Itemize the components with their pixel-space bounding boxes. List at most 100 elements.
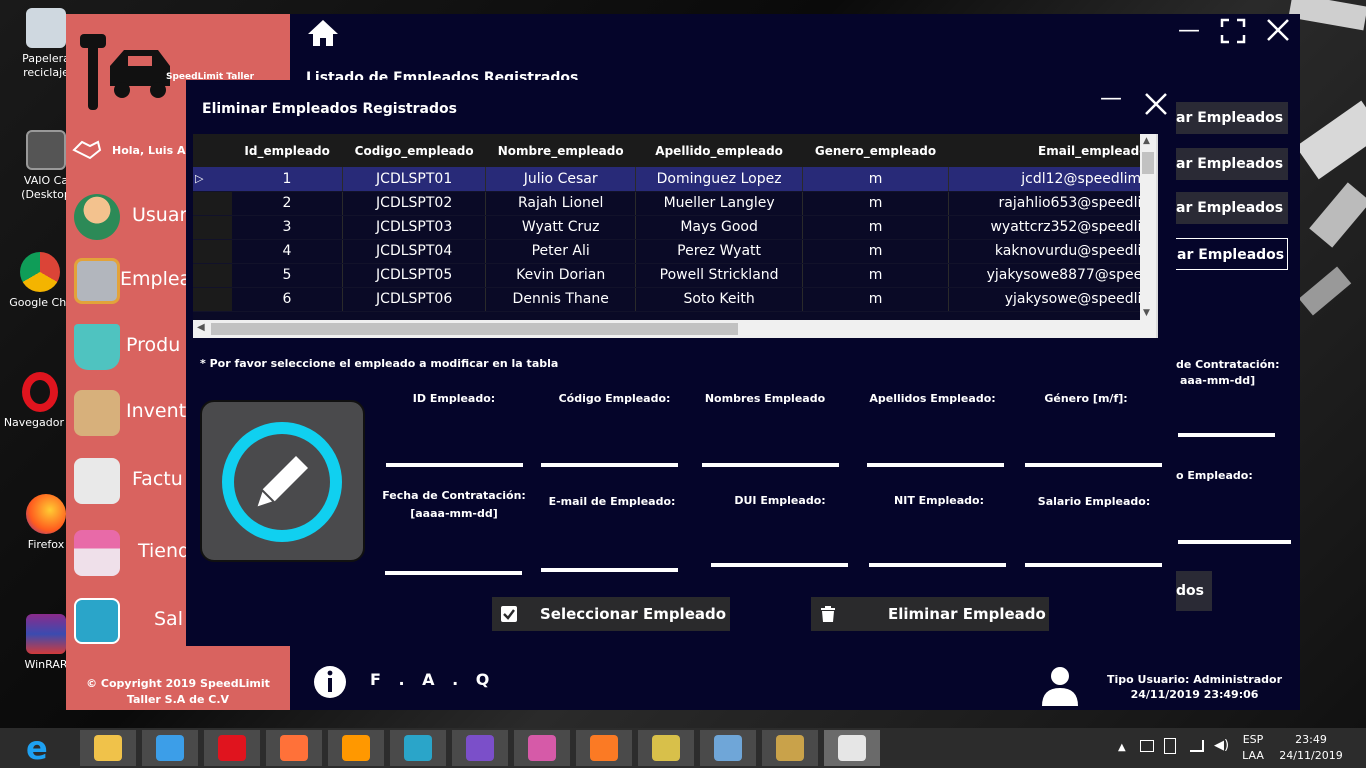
table-cell[interactable]: wyattcrz352@speedlim	[948, 215, 1156, 240]
table-cell[interactable]: 6	[231, 287, 344, 312]
battery-icon[interactable]	[1164, 738, 1176, 754]
table-cell[interactable]: Perez Wyatt	[635, 239, 804, 264]
apellidos-field[interactable]	[867, 463, 1004, 467]
table-cell[interactable]: Dominguez Lopez	[635, 167, 804, 192]
taskbar-app[interactable]	[452, 730, 508, 766]
table-row[interactable]: 3 JCDLSPT03 Wyatt Cruz Mays Good m wyattcrz35…	[193, 215, 1156, 240]
table-cell[interactable]: Kevin Dorian	[485, 263, 637, 288]
table-cell[interactable]: Powell Strickland	[635, 263, 804, 288]
language-indicator[interactable]: ESP LAA	[1240, 732, 1266, 764]
column-header[interactable]: Apellido_empleado	[635, 134, 803, 167]
table-cell[interactable]: Dennis Thane	[485, 287, 637, 312]
row-selector-icon[interactable]: ▷	[193, 167, 232, 192]
table-cell[interactable]: 3	[231, 215, 344, 240]
vertical-scrollbar[interactable]: ▲ ▼	[1140, 134, 1156, 320]
scrollbar-thumb[interactable]	[1142, 152, 1154, 174]
table-cell[interactable]: Peter Ali	[485, 239, 637, 264]
taskbar-app[interactable]	[80, 730, 136, 766]
table-cell[interactable]: Wyatt Cruz	[485, 215, 637, 240]
faq-link[interactable]: F . A . Q	[370, 670, 495, 689]
id-field[interactable]	[386, 463, 523, 467]
table-cell[interactable]: m	[802, 191, 949, 216]
row-header[interactable]	[193, 239, 232, 264]
employees-grid[interactable]: Id_empleado Codigo_empleado Nombre_emple…	[193, 134, 1156, 312]
table-cell[interactable]: jcdl12@speedlimit.	[948, 167, 1156, 192]
row-header[interactable]	[193, 287, 232, 312]
table-cell[interactable]: JCDLSPT02	[342, 191, 487, 216]
maximize-icon[interactable]	[1220, 18, 1246, 44]
salario-field[interactable]	[1025, 563, 1162, 567]
table-cell[interactable]: JCDLSPT04	[342, 239, 487, 264]
table-cell[interactable]: Mays Good	[635, 215, 804, 240]
column-header[interactable]: Genero_empleado	[802, 134, 949, 167]
taskbar-app[interactable]	[824, 730, 880, 766]
table-cell[interactable]: JCDLSPT03	[342, 215, 487, 240]
close-icon[interactable]	[1266, 18, 1290, 42]
scroll-up-icon[interactable]: ▲	[1143, 136, 1150, 146]
dialog-close-icon[interactable]	[1144, 92, 1168, 116]
email-field[interactable]	[541, 568, 678, 572]
row-header[interactable]	[193, 215, 232, 240]
genero-field[interactable]	[1025, 463, 1162, 467]
table-cell[interactable]: Soto Keith	[635, 287, 804, 312]
table-cell[interactable]: JCDLSPT01	[342, 167, 487, 192]
delete-employee-button[interactable]: Eliminar Empleado	[811, 597, 1049, 631]
taskbar-app[interactable]	[638, 730, 694, 766]
codigo-field[interactable]	[541, 463, 678, 467]
table-cell[interactable]: kaknovurdu@speedlim	[948, 239, 1156, 264]
scrollbar-thumb[interactable]	[211, 323, 738, 335]
table-cell[interactable]: 4	[231, 239, 344, 264]
volume-icon[interactable]: ◀)	[1214, 738, 1229, 754]
taskbar-app[interactable]	[390, 730, 446, 766]
taskbar-app[interactable]	[328, 730, 384, 766]
nombres-field[interactable]	[702, 463, 839, 467]
side-button[interactable]: ar Empleados	[1170, 102, 1288, 134]
table-cell[interactable]: m	[802, 239, 949, 264]
info-icon[interactable]	[312, 664, 348, 700]
minimize-icon[interactable]: —	[1178, 18, 1200, 43]
taskbar-app[interactable]	[142, 730, 198, 766]
row-header[interactable]	[193, 263, 232, 288]
scroll-down-icon[interactable]: ▼	[1143, 308, 1150, 318]
row-header[interactable]	[193, 191, 232, 216]
network-icon[interactable]	[1140, 740, 1154, 752]
taskbar-app[interactable]	[576, 730, 632, 766]
wifi-icon[interactable]	[1190, 740, 1204, 752]
table-cell[interactable]: Mueller Langley	[635, 191, 804, 216]
table-cell[interactable]: JCDLSPT05	[342, 263, 487, 288]
taskbar-app[interactable]	[514, 730, 570, 766]
table-cell[interactable]: m	[802, 167, 949, 192]
employees-table[interactable]: Id_empleado Codigo_empleado Nombre_emple…	[193, 134, 1158, 338]
bg-button[interactable]: dos	[1170, 571, 1212, 611]
column-header[interactable]: Nombre_empleado	[485, 134, 636, 167]
table-cell[interactable]: yjakysowe@speedlim	[948, 287, 1156, 312]
column-header[interactable]: Codigo_empleado	[342, 134, 486, 167]
table-row[interactable]: ▷ 1 JCDLSPT01 Julio Cesar Dominguez Lopez m jc…	[193, 167, 1156, 192]
nit-field[interactable]	[869, 563, 1006, 567]
table-cell[interactable]: rajahlio653@speedlim	[948, 191, 1156, 216]
table-row[interactable]: 6 JCDLSPT06 Dennis Thane Soto Keith m yjakyso…	[193, 287, 1156, 312]
side-button[interactable]: ar Empleados	[1170, 148, 1288, 180]
side-button-active[interactable]: ar Empleados	[1170, 238, 1288, 270]
home-icon[interactable]	[306, 18, 340, 48]
table-cell[interactable]: m	[802, 287, 949, 312]
taskbar-app[interactable]	[700, 730, 756, 766]
table-cell[interactable]: yjakysowe8877@speedl	[948, 263, 1156, 288]
dui-field[interactable]	[711, 563, 848, 567]
scroll-left-icon[interactable]: ◀	[197, 322, 205, 333]
column-header[interactable]: Email_empleado	[948, 134, 1156, 167]
table-cell[interactable]: 2	[231, 191, 344, 216]
taskbar-app[interactable]	[762, 730, 818, 766]
table-cell[interactable]: Rajah Lionel	[485, 191, 637, 216]
taskbar-app[interactable]	[204, 730, 260, 766]
table-row[interactable]: 4 JCDLSPT04 Peter Ali Perez Wyatt m kaknovurd…	[193, 239, 1156, 264]
table-cell[interactable]: m	[802, 263, 949, 288]
tray-expand-icon[interactable]: ▲	[1118, 740, 1126, 756]
table-cell[interactable]: Julio Cesar	[485, 167, 637, 192]
table-cell[interactable]: 1	[231, 167, 344, 192]
table-cell[interactable]: 5	[231, 263, 344, 288]
taskbar-app[interactable]	[266, 730, 322, 766]
ie-icon[interactable]: e	[26, 731, 66, 765]
select-employee-button[interactable]: Seleccionar Empleado	[492, 597, 730, 631]
table-cell[interactable]: m	[802, 215, 949, 240]
